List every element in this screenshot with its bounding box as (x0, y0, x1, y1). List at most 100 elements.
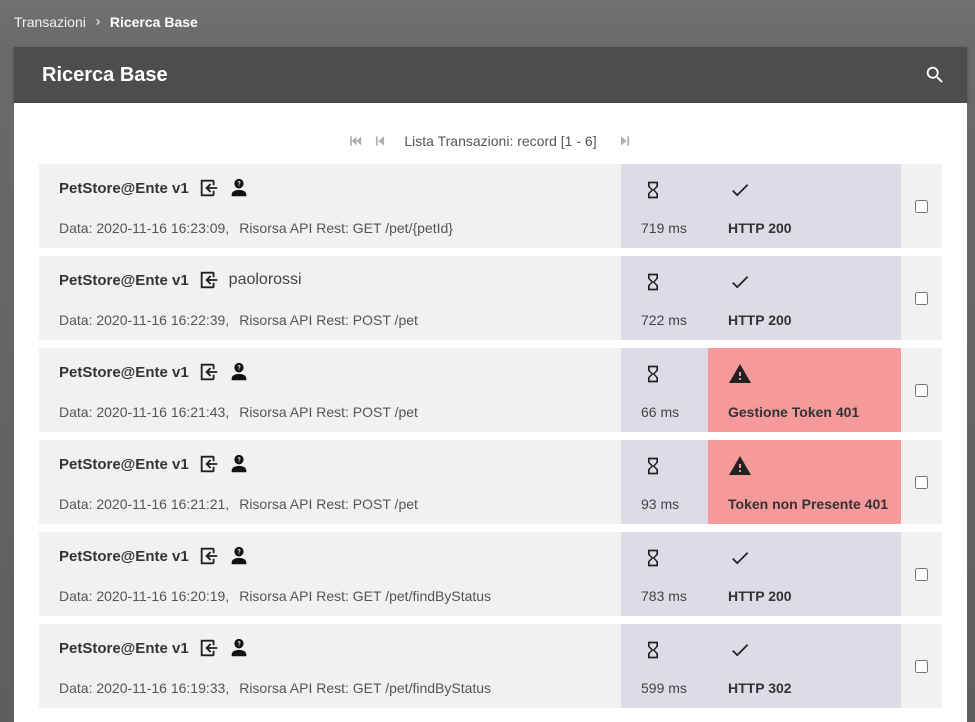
transaction-main-cell[interactable]: PetStore@Ente v1 Data: 2020-11-16 16:19:… (39, 624, 621, 708)
status-cell: Token non Presente 401 (708, 440, 901, 524)
transaction-row[interactable]: PetStore@Ente v1 paolorossi Data: 2020-1… (39, 256, 942, 340)
anonymous-user-icon (227, 636, 251, 660)
hourglass-icon (641, 454, 665, 478)
latency-value: 783 ms (641, 588, 687, 604)
transaction-meta: Data: 2020-11-16 16:20:19, Risorsa API Re… (59, 588, 491, 604)
row-select-checkbox[interactable] (915, 567, 928, 581)
row-select-cell (901, 532, 942, 616)
latency-value: 93 ms (641, 496, 680, 512)
row-select-checkbox[interactable] (915, 383, 928, 397)
row-select-cell (901, 440, 942, 524)
inbound-icon (197, 544, 221, 568)
latency-value: 66 ms (641, 404, 680, 420)
status-cell: Gestione Token 401 (708, 348, 901, 432)
hourglass-icon (641, 178, 665, 202)
latency-value: 719 ms (641, 220, 687, 236)
latency-cell: 719 ms (621, 164, 708, 248)
latency-cell: 783 ms (621, 532, 708, 616)
transaction-row[interactable]: PetStore@Ente v1 Data: 2020-11-16 16:21:… (39, 440, 942, 524)
check-icon (728, 270, 752, 294)
hourglass-icon (641, 546, 665, 570)
inbound-icon (197, 268, 221, 292)
transaction-meta: Data: 2020-11-16 16:23:09, Risorsa API Re… (59, 220, 453, 236)
transaction-row[interactable]: PetStore@Ente v1 Data: 2020-11-16 16:21:… (39, 348, 942, 432)
transaction-meta: Data: 2020-11-16 16:21:43, Risorsa API Re… (59, 404, 418, 420)
anonymous-user-icon (227, 452, 251, 476)
warning-icon (728, 362, 752, 386)
principal-label: paolorossi (228, 271, 302, 288)
last-page-icon[interactable] (615, 131, 635, 151)
status-label: HTTP 200 (728, 588, 792, 604)
row-select-checkbox[interactable] (915, 199, 928, 213)
breadcrumb-current: Ricerca Base (109, 14, 198, 30)
transaction-main-cell[interactable]: PetStore@Ente v1 Data: 2020-11-16 16:21:… (39, 440, 621, 524)
api-name: PetStore@Ente v1 (59, 639, 189, 657)
hourglass-icon (641, 270, 665, 294)
latency-value: 599 ms (641, 680, 687, 696)
anonymous-user-icon (227, 544, 251, 568)
transactions-list: PetStore@Ente v1 Data: 2020-11-16 16:23:… (39, 164, 942, 716)
transaction-date: Data: 2020-11-16 16:20:19, (59, 588, 230, 604)
row-select-cell (901, 348, 942, 432)
transaction-main-cell[interactable]: PetStore@Ente v1 paolorossi Data: 2020-1… (39, 256, 621, 340)
api-name: PetStore@Ente v1 (59, 363, 189, 381)
latency-value: 722 ms (641, 312, 687, 328)
status-cell: HTTP 200 (708, 164, 901, 248)
anonymous-user-icon (227, 176, 251, 200)
search-icon[interactable] (923, 63, 947, 87)
transaction-date: Data: 2020-11-16 16:19:33, (59, 680, 230, 696)
hourglass-icon (641, 362, 665, 386)
transaction-resource: Risorsa API Rest: POST /pet (239, 496, 418, 512)
pagination: Lista Transazioni: record [1 - 6] (14, 131, 967, 151)
transaction-meta: Data: 2020-11-16 16:22:39, Risorsa API Re… (59, 312, 418, 328)
row-select-cell (901, 164, 942, 248)
row-select-checkbox[interactable] (915, 659, 928, 673)
transaction-resource: Risorsa API Rest: GET /pet/{petId} (239, 220, 453, 236)
latency-cell: 93 ms (621, 440, 708, 524)
transaction-date: Data: 2020-11-16 16:23:09, (59, 220, 230, 236)
transaction-row[interactable]: PetStore@Ente v1 Data: 2020-11-16 16:20:… (39, 532, 942, 616)
api-name: PetStore@Ente v1 (59, 547, 189, 565)
api-name: PetStore@Ente v1 (59, 179, 189, 197)
pagination-label: Lista Transazioni: record [1 - 6] (404, 133, 597, 149)
transaction-date: Data: 2020-11-16 16:21:21, (59, 496, 230, 512)
transaction-date: Data: 2020-11-16 16:22:39, (59, 312, 230, 328)
transaction-resource: Risorsa API Rest: GET /pet/findByStatus (239, 588, 492, 604)
chevron-right-icon (86, 12, 110, 32)
transaction-main-cell[interactable]: PetStore@Ente v1 Data: 2020-11-16 16:21:… (39, 348, 621, 432)
status-label: Token non Presente 401 (728, 496, 889, 512)
panel-header: Ricerca Base (14, 47, 967, 103)
warning-icon (728, 454, 752, 478)
transaction-main-cell[interactable]: PetStore@Ente v1 Data: 2020-11-16 16:20:… (39, 532, 621, 616)
transaction-main-cell[interactable]: PetStore@Ente v1 Data: 2020-11-16 16:23:… (39, 164, 621, 248)
row-select-checkbox[interactable] (915, 291, 928, 305)
inbound-icon (197, 176, 221, 200)
status-cell: HTTP 302 (708, 624, 901, 708)
hourglass-icon (641, 638, 665, 662)
api-name: PetStore@Ente v1 (59, 455, 189, 473)
transaction-row[interactable]: PetStore@Ente v1 Data: 2020-11-16 16:23:… (39, 164, 942, 248)
status-label: Gestione Token 401 (728, 404, 860, 420)
status-label: HTTP 302 (728, 680, 792, 696)
check-icon (728, 638, 752, 662)
transaction-meta: Data: 2020-11-16 16:19:33, Risorsa API Re… (59, 680, 491, 696)
transaction-meta: Data: 2020-11-16 16:21:21, Risorsa API Re… (59, 496, 418, 512)
row-select-cell (901, 256, 942, 340)
status-cell: HTTP 200 (708, 532, 901, 616)
inbound-icon (197, 636, 221, 660)
prev-page-icon[interactable] (370, 131, 390, 151)
transaction-row[interactable]: PetStore@Ente v1 Data: 2020-11-16 16:19:… (39, 624, 942, 708)
transaction-resource: Risorsa API Rest: POST /pet (239, 312, 418, 328)
status-label: HTTP 200 (728, 220, 792, 236)
check-icon (728, 178, 752, 202)
row-select-checkbox[interactable] (915, 475, 928, 489)
api-name: PetStore@Ente v1 (59, 271, 189, 289)
first-page-icon[interactable] (346, 131, 366, 151)
inbound-icon (197, 452, 221, 476)
check-icon (728, 546, 752, 570)
inbound-icon (197, 360, 221, 384)
latency-cell: 599 ms (621, 624, 708, 708)
transaction-resource: Risorsa API Rest: POST /pet (239, 404, 418, 420)
breadcrumb-transazioni-link[interactable]: Transazioni (14, 14, 86, 30)
page-title: Ricerca Base (42, 63, 168, 86)
